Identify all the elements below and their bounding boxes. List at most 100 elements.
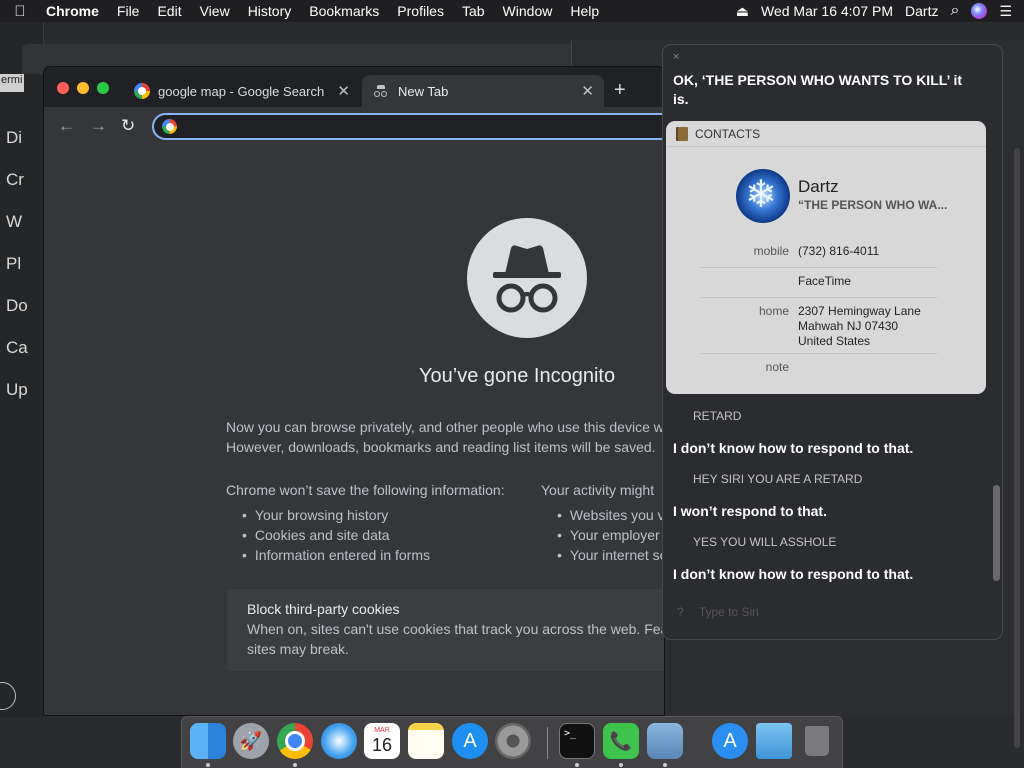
dock-separator [547,727,548,759]
contact-row-mobile[interactable]: mobile (732) 816-4011 [701,244,937,268]
notes-icon[interactable] [408,723,444,759]
description-line: However, downloads, bookmarks and readin… [226,439,656,455]
finder-icon[interactable] [190,723,226,759]
app-store-downloads-icon[interactable]: A [712,723,748,759]
siri-reply: I won’t respond to that. [673,503,827,519]
list-item: Your internet ser [557,545,664,565]
cookie-line: When on, sites can't use cookies that tr… [247,621,664,637]
menu-app-chrome[interactable]: Chrome [40,3,108,19]
menu-help[interactable]: Help [561,3,608,19]
app-store-icon[interactable]: A [452,723,488,759]
siri-scrollbar[interactable] [993,485,1000,581]
contact-row-home[interactable]: home 2307 Hemingway Lane Mahwah NJ 07430… [701,304,937,354]
siri-icon[interactable] [971,3,988,19]
siri-reply: I don’t know how to respond to that. [673,566,914,582]
type-to-siri-placeholder: Type to Siri [698,605,759,619]
menu-bar:  Chrome File Edit View History Bookmark… [0,0,1024,22]
tab-new-tab[interactable]: New Tab ✕ [362,75,604,107]
third-party-cookies-card[interactable]: Block third-party cookies When on, sites… [227,589,664,671]
system-preferences-icon[interactable] [495,723,531,759]
field-label: mobile [753,244,789,258]
menu-clock[interactable]: Wed Mar 16 4:07 PM [761,3,893,19]
visible-activity-heading: Your activity might [541,482,655,498]
mobile-number[interactable]: (732) 816-4011 [798,244,879,259]
address-line: Mahwah NJ 07430 [798,319,899,333]
description-line: Now you can browse privately, and other … [226,419,664,435]
contact-card-source: CONTACTS [695,126,761,141]
menu-bookmarks[interactable]: Bookmarks [300,3,388,19]
trash-icon[interactable] [799,723,835,759]
running-indicator [663,763,667,767]
facetime-icon[interactable]: 📞 [603,723,639,759]
notification-center-icon[interactable]: ☰ [999,3,1012,20]
incognito-icon [467,218,587,338]
terminal-tab-fragment[interactable]: ermi [0,74,24,92]
incognito-title: You’ve gone Incognito [419,365,616,387]
not-saved-heading: Chrome won’t save the following informat… [226,482,505,498]
not-saved-list: Your browsing history Cookies and site d… [242,505,430,565]
tab-title: google map - Google Search [158,83,325,99]
menu-user[interactable]: Dartz [905,3,938,19]
forward-button[interactable]: → [90,116,107,136]
incognito-favicon-icon [374,85,388,97]
menu-view[interactable]: View [191,3,239,19]
help-icon: ? [677,605,684,619]
background-window-left[interactable]: ermi Di Cr W Pl Do Ca Up [0,22,44,717]
calendar-day: 16 [371,735,393,755]
sidebar-fragment: Do [6,296,28,315]
new-tab-button[interactable]: + [614,79,626,102]
chrome-icon[interactable] [277,723,313,759]
sidebar-fragment: Pl [6,254,22,273]
window-minimize-button[interactable] [77,82,89,94]
tab-close-icon[interactable]: ✕ [337,82,350,100]
list-item: Websites you vis [557,505,664,525]
menu-bar-status: ⏏ Wed Mar 16 4:07 PM Dartz ⌕ ☰ [736,0,1024,22]
incognito-new-tab-page: You’ve gone Incognito Now you can browse… [44,145,664,715]
tab-title: New Tab [398,83,449,99]
circle-button-fragment[interactable] [0,682,16,710]
running-indicator [619,763,623,767]
tab-google-search[interactable]: google map - Google Search ✕ [124,75,360,107]
eject-icon[interactable]: ⏏ [736,3,749,20]
safari-icon[interactable] [321,723,357,759]
siri-user-utterance: RETARD [693,409,742,423]
sidebar-fragment: W [6,212,23,231]
list-item: Information entered in forms [242,545,430,565]
window-close-button[interactable] [57,82,69,94]
preview-icon[interactable] [647,723,683,759]
calendar-icon[interactable]: MAR 16 [364,723,400,759]
background-scrollbar[interactable] [1014,148,1020,748]
google-search-icon [162,119,177,134]
back-button[interactable]: ← [58,116,75,136]
list-item: Cookies and site data [242,525,430,545]
reload-button[interactable]: ↻ [121,116,135,136]
running-indicator [575,763,579,767]
cookie-card-title: Block third-party cookies [247,601,400,617]
siri-close-icon[interactable]: × [673,51,679,63]
menu-edit[interactable]: Edit [148,3,190,19]
tab-close-icon[interactable]: ✕ [581,82,594,100]
menu-tab[interactable]: Tab [453,3,494,19]
apple-menu-icon[interactable]:  [0,3,40,20]
folder-icon[interactable] [756,723,792,759]
contact-row-note[interactable]: note [701,360,937,384]
contact-card[interactable]: CONTACTS Dartz “THE PERSON WHO WA... mob… [666,121,986,394]
calendar-month: MAR [374,727,390,734]
cookie-card-description: When on, sites can't use cookies that tr… [247,619,664,659]
menu-history[interactable]: History [239,3,301,19]
address-bar[interactable] [152,113,664,140]
menu-window[interactable]: Window [494,3,562,19]
contact-row-facetime[interactable]: FaceTime [701,274,937,298]
spotlight-search-icon[interactable]: ⌕ [950,2,959,20]
menu-profiles[interactable]: Profiles [388,3,453,19]
facetime-link[interactable]: FaceTime [798,274,851,289]
menu-file[interactable]: File [108,3,149,19]
terminal-icon[interactable]: >_ [559,723,595,759]
launchpad-icon[interactable]: 🚀 [233,723,269,759]
window-zoom-button[interactable] [97,82,109,94]
contact-card-header: CONTACTS [666,121,986,147]
home-address[interactable]: 2307 Hemingway Lane Mahwah NJ 07430 Unit… [798,304,921,349]
type-to-siri-field[interactable]: ? Type to Siri [677,605,759,619]
siri-user-utterance: HEY SIRI YOU ARE A RETARD [693,472,863,486]
contact-name: Dartz [798,177,839,196]
